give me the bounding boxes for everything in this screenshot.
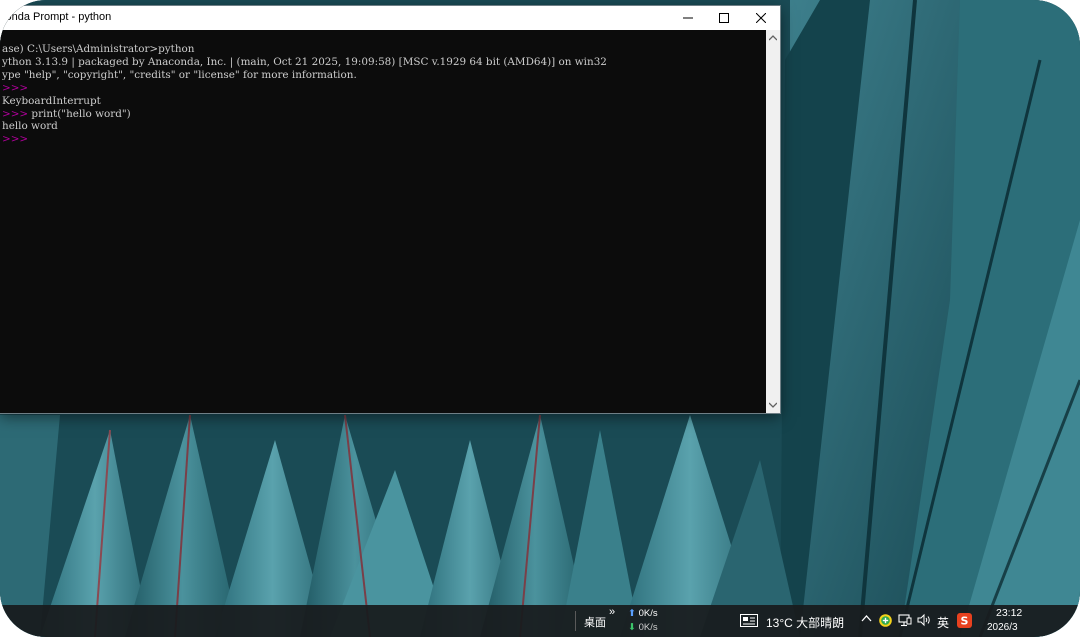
green-plus-icon[interactable] xyxy=(879,614,892,627)
net-upload-value: 0K/s xyxy=(638,608,658,619)
scroll-down-button[interactable] xyxy=(766,399,780,411)
console-line: >>> xyxy=(2,133,607,146)
net-download-value: 0K/s xyxy=(638,622,658,633)
net-download-speed: ⬇ 0K/s xyxy=(628,622,658,633)
minimize-button[interactable] xyxy=(671,6,705,30)
show-hidden-icons-chevron-icon[interactable] xyxy=(861,612,872,626)
clock-time[interactable]: 23:12 xyxy=(996,607,1022,619)
taskbar: 桌面 » ⬆ 0K/s ⬇ 0K/s 13°C 大部晴朗 英 S 23:12 2… xyxy=(0,605,1080,637)
volume-icon[interactable] xyxy=(917,613,931,627)
console-prompt: >>> xyxy=(2,133,29,146)
chevron-down-icon xyxy=(769,402,777,408)
console-line: ype "help", "copyright", "credits" or "l… xyxy=(2,68,357,81)
net-upload-speed: ⬆ 0K/s xyxy=(628,608,658,619)
svg-text:S: S xyxy=(961,615,969,628)
console-output[interactable]: ase) C:\Users\Administrator>python ython … xyxy=(0,30,766,413)
close-button[interactable] xyxy=(744,6,778,30)
console-line: >>> xyxy=(2,82,607,95)
weather-icon[interactable] xyxy=(740,614,758,627)
maximize-icon xyxy=(719,13,729,23)
window-titlebar[interactable]: conda Prompt - python xyxy=(0,6,780,30)
console-line: KeyboardInterrupt xyxy=(2,94,101,107)
chevron-up-icon xyxy=(769,35,777,41)
clock-date[interactable]: 2026/3 xyxy=(987,622,1018,633)
weather-widget[interactable]: 13°C 大部晴朗 xyxy=(766,614,844,631)
input-method-indicator[interactable]: 英 xyxy=(937,614,949,631)
screen: conda Prompt - python ase) C:\Users\Admi… xyxy=(0,0,1080,637)
console-line-text: print("hello word") xyxy=(28,107,131,120)
close-icon xyxy=(756,13,766,23)
console-line: ython 3.13.9 | packaged by Anaconda, Inc… xyxy=(2,55,607,68)
scroll-up-button[interactable] xyxy=(766,32,780,44)
toolbar-overflow-button[interactable]: » xyxy=(609,606,615,618)
console-line: hello word xyxy=(2,120,58,133)
window-title: conda Prompt - python xyxy=(0,11,112,23)
maximize-button[interactable] xyxy=(707,6,741,30)
console-line: >>> print("hello word") xyxy=(2,108,607,121)
console-lines: ase) C:\Users\Administrator>python ython … xyxy=(2,43,607,146)
anaconda-prompt-window[interactable]: conda Prompt - python ase) C:\Users\Admi… xyxy=(0,6,780,413)
console-line: ase) C:\Users\Administrator>python xyxy=(2,43,195,55)
minimize-icon xyxy=(683,17,693,19)
taskbar-separator xyxy=(575,611,576,631)
desktop-toolbar-button[interactable]: 桌面 xyxy=(584,614,606,630)
console-prompt: >>> xyxy=(2,81,29,94)
console-scrollbar[interactable] xyxy=(766,30,780,413)
sogou-icon[interactable]: S xyxy=(957,613,972,628)
network-icon[interactable] xyxy=(898,613,912,627)
console-prompt: >>> xyxy=(2,107,29,120)
